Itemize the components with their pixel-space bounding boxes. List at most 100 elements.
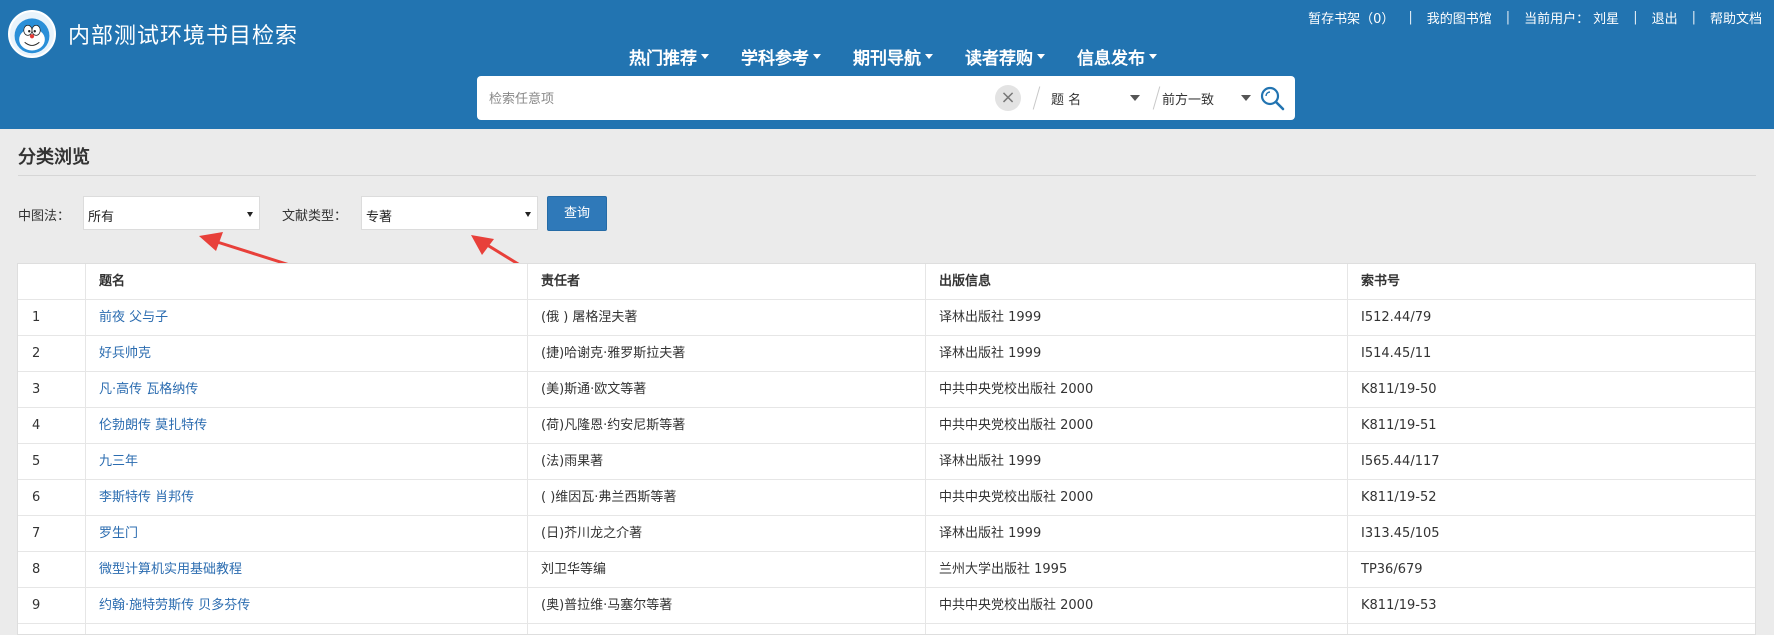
book-title-link[interactable]: 李斯特传 肖邦传 [99,480,194,516]
call-number-cell: I313.45/105 [1361,526,1440,541]
nav-info-publish[interactable]: 信息发布 [1077,44,1157,69]
publication-cell: 中共中央党校出版社 2000 [939,490,1094,505]
nav-journal-guide[interactable]: 期刊导航 [853,44,933,69]
doctype-label: 文献类型： [282,209,348,224]
table-row: 8 微型计算机实用基础教程 刘卫华等编 兰州大学出版社 1995 TP36/67… [18,552,1755,588]
library-logo[interactable] [8,10,56,58]
book-title-link[interactable]: 约翰·施特劳斯传 贝多芬传 [99,588,250,624]
arrowhead [199,232,223,251]
publication-cell: 译林出版社 1999 [939,310,1042,325]
match-mode-select[interactable]: 前方一致 [1162,89,1214,108]
call-number-cell: I565.44/117 [1361,454,1440,469]
table-row: 1 前夜 父与子 (俄 ) 屠格涅夫著 译林出版社 1999 I512.44/7… [18,300,1755,336]
header-title: 题名 [99,274,126,289]
call-number-cell: I512.44/79 [1361,310,1432,325]
clc-select-value: 所有 [88,210,115,225]
book-title-link[interactable]: 好兵帅克 [99,336,151,372]
book-title-link[interactable]: 罗生门 [99,516,138,552]
divider [1032,86,1041,110]
divider [18,175,1756,176]
publication-cell: 译林出版社 1999 [939,346,1042,361]
arrowhead [471,235,494,255]
clear-icon[interactable]: × [995,85,1021,111]
row-index: 10 [32,624,49,634]
nav-label: 读者荐购 [965,49,1033,69]
nav-hot-recommend[interactable]: 热门推荐 [629,44,709,69]
row-index: 2 [32,346,41,361]
divider [1152,86,1161,110]
nav-label: 信息发布 [1077,49,1145,69]
table-row: 10 [18,624,1755,634]
author-cell: (俄 ) 屠格涅夫著 [541,310,638,325]
results-table: 题名 责任者 出版信息 索书号 1 前夜 父与子 (俄 ) 屠格涅夫著 译林出版… [17,263,1756,635]
divider: | [1505,10,1511,25]
current-user-name[interactable]: 刘星 [1593,8,1619,27]
row-index: 7 [32,526,41,541]
header-author: 责任者 [541,274,581,289]
page-title: 分类浏览 [18,147,90,168]
author-cell: (荷)凡隆恩·约安尼斯等著 [541,418,686,433]
row-index: 1 [32,310,41,325]
chevron-down-icon [1149,54,1157,59]
temp-shelf-link[interactable]: 暂存书架（0） [1308,8,1394,27]
chevron-down-icon [925,54,933,59]
divider: | [1691,10,1696,25]
call-number-cell: K811/19-51 [1361,418,1437,433]
author-cell: (捷)哈谢克·雅罗斯拉夫著 [541,346,686,361]
chevron-down-icon [813,54,821,59]
author-cell: (日)芥川龙之介著 [541,526,643,541]
logout-link[interactable]: 退出 [1652,8,1678,27]
row-index: 8 [32,562,41,577]
table-row: 3 凡·高传 瓦格纳传 (美)斯通·欧文等著 中共中央党校出版社 2000 K8… [18,372,1755,408]
my-library-link[interactable]: 我的图书馆 [1427,8,1492,27]
query-button[interactable]: 查询 [547,196,607,231]
clc-label: 中图法： [18,209,71,224]
table-row: 4 伦勃朗传 莫扎特传 (荷)凡隆恩·约安尼斯等著 中共中央党校出版社 2000… [18,408,1755,444]
publication-cell: 兰州大学出版社 1995 [939,562,1068,577]
nav-reader-recommend[interactable]: 读者荐购 [965,44,1045,69]
chevron-down-icon[interactable] [1241,95,1251,101]
publication-cell: 译林出版社 1999 [939,454,1042,469]
divider: | [1408,10,1413,25]
divider: | [1633,10,1638,25]
search-input[interactable] [487,87,961,111]
chevron-down-icon [247,212,253,217]
nav-label: 期刊导航 [853,49,921,69]
call-number-cell: I514.45/11 [1361,346,1432,361]
nav-subject-reference[interactable]: 学科参考 [741,44,821,69]
book-title-link[interactable]: 微型计算机实用基础教程 [99,552,242,588]
author-cell: ( )维因瓦·弗兰西斯等著 [541,490,677,505]
clc-select[interactable]: 所有 [83,196,260,230]
book-title-link[interactable]: 伦勃朗传 莫扎特传 [99,408,207,444]
doctype-select[interactable]: 专著 [361,196,538,230]
call-number-cell: K811/19-53 [1361,598,1437,613]
book-title-link[interactable]: 九三年 [99,444,138,480]
table-row: 6 李斯特传 肖邦传 ( )维因瓦·弗兰西斯等著 中共中央党校出版社 2000 … [18,480,1755,516]
nav-label: 热门推荐 [629,49,697,69]
book-title-link[interactable]: 凡·高传 瓦格纳传 [99,372,198,408]
chevron-down-icon[interactable] [1130,95,1140,101]
book-title-link[interactable]: 前夜 父与子 [99,300,168,336]
search-bar: × 题 名 前方一致 [477,76,1295,120]
row-index: 5 [32,454,41,469]
nav-label: 学科参考 [741,49,809,69]
search-icon[interactable] [1259,85,1285,111]
publication-cell: 译林出版社 1999 [939,526,1042,541]
table-row: 7 罗生门 (日)芥川龙之介著 译林出版社 1999 I313.45/105 [18,516,1755,552]
table-row: 9 约翰·施特劳斯传 贝多芬传 (奥)普拉维·马塞尔等著 中共中央党校出版社 2… [18,588,1755,624]
table-row: 5 九三年 (法)雨果著 译林出版社 1999 I565.44/117 [18,444,1755,480]
row-index: 9 [32,598,41,613]
author-cell: 刘卫华等编 [541,562,607,577]
search-field-select[interactable]: 题 名 [1051,89,1081,108]
help-docs-link[interactable]: 帮助文档 [1710,8,1762,27]
doctype-select-value: 专著 [366,210,393,225]
row-index: 3 [32,382,41,397]
publication-cell: 中共中央党校出版社 2000 [939,382,1094,397]
publication-cell: 中共中央党校出版社 2000 [939,418,1094,433]
publication-cell: 中共中央党校出版社 2000 [939,598,1094,613]
chevron-down-icon [525,212,531,217]
call-number-cell: K811/19-52 [1361,490,1437,505]
header-bar: 内部测试环境书目检索 暂存书架（0） | 我的图书馆 | 当前用户： 刘星 | … [0,0,1774,129]
header-publication: 出版信息 [939,274,992,289]
chevron-down-icon [1037,54,1045,59]
